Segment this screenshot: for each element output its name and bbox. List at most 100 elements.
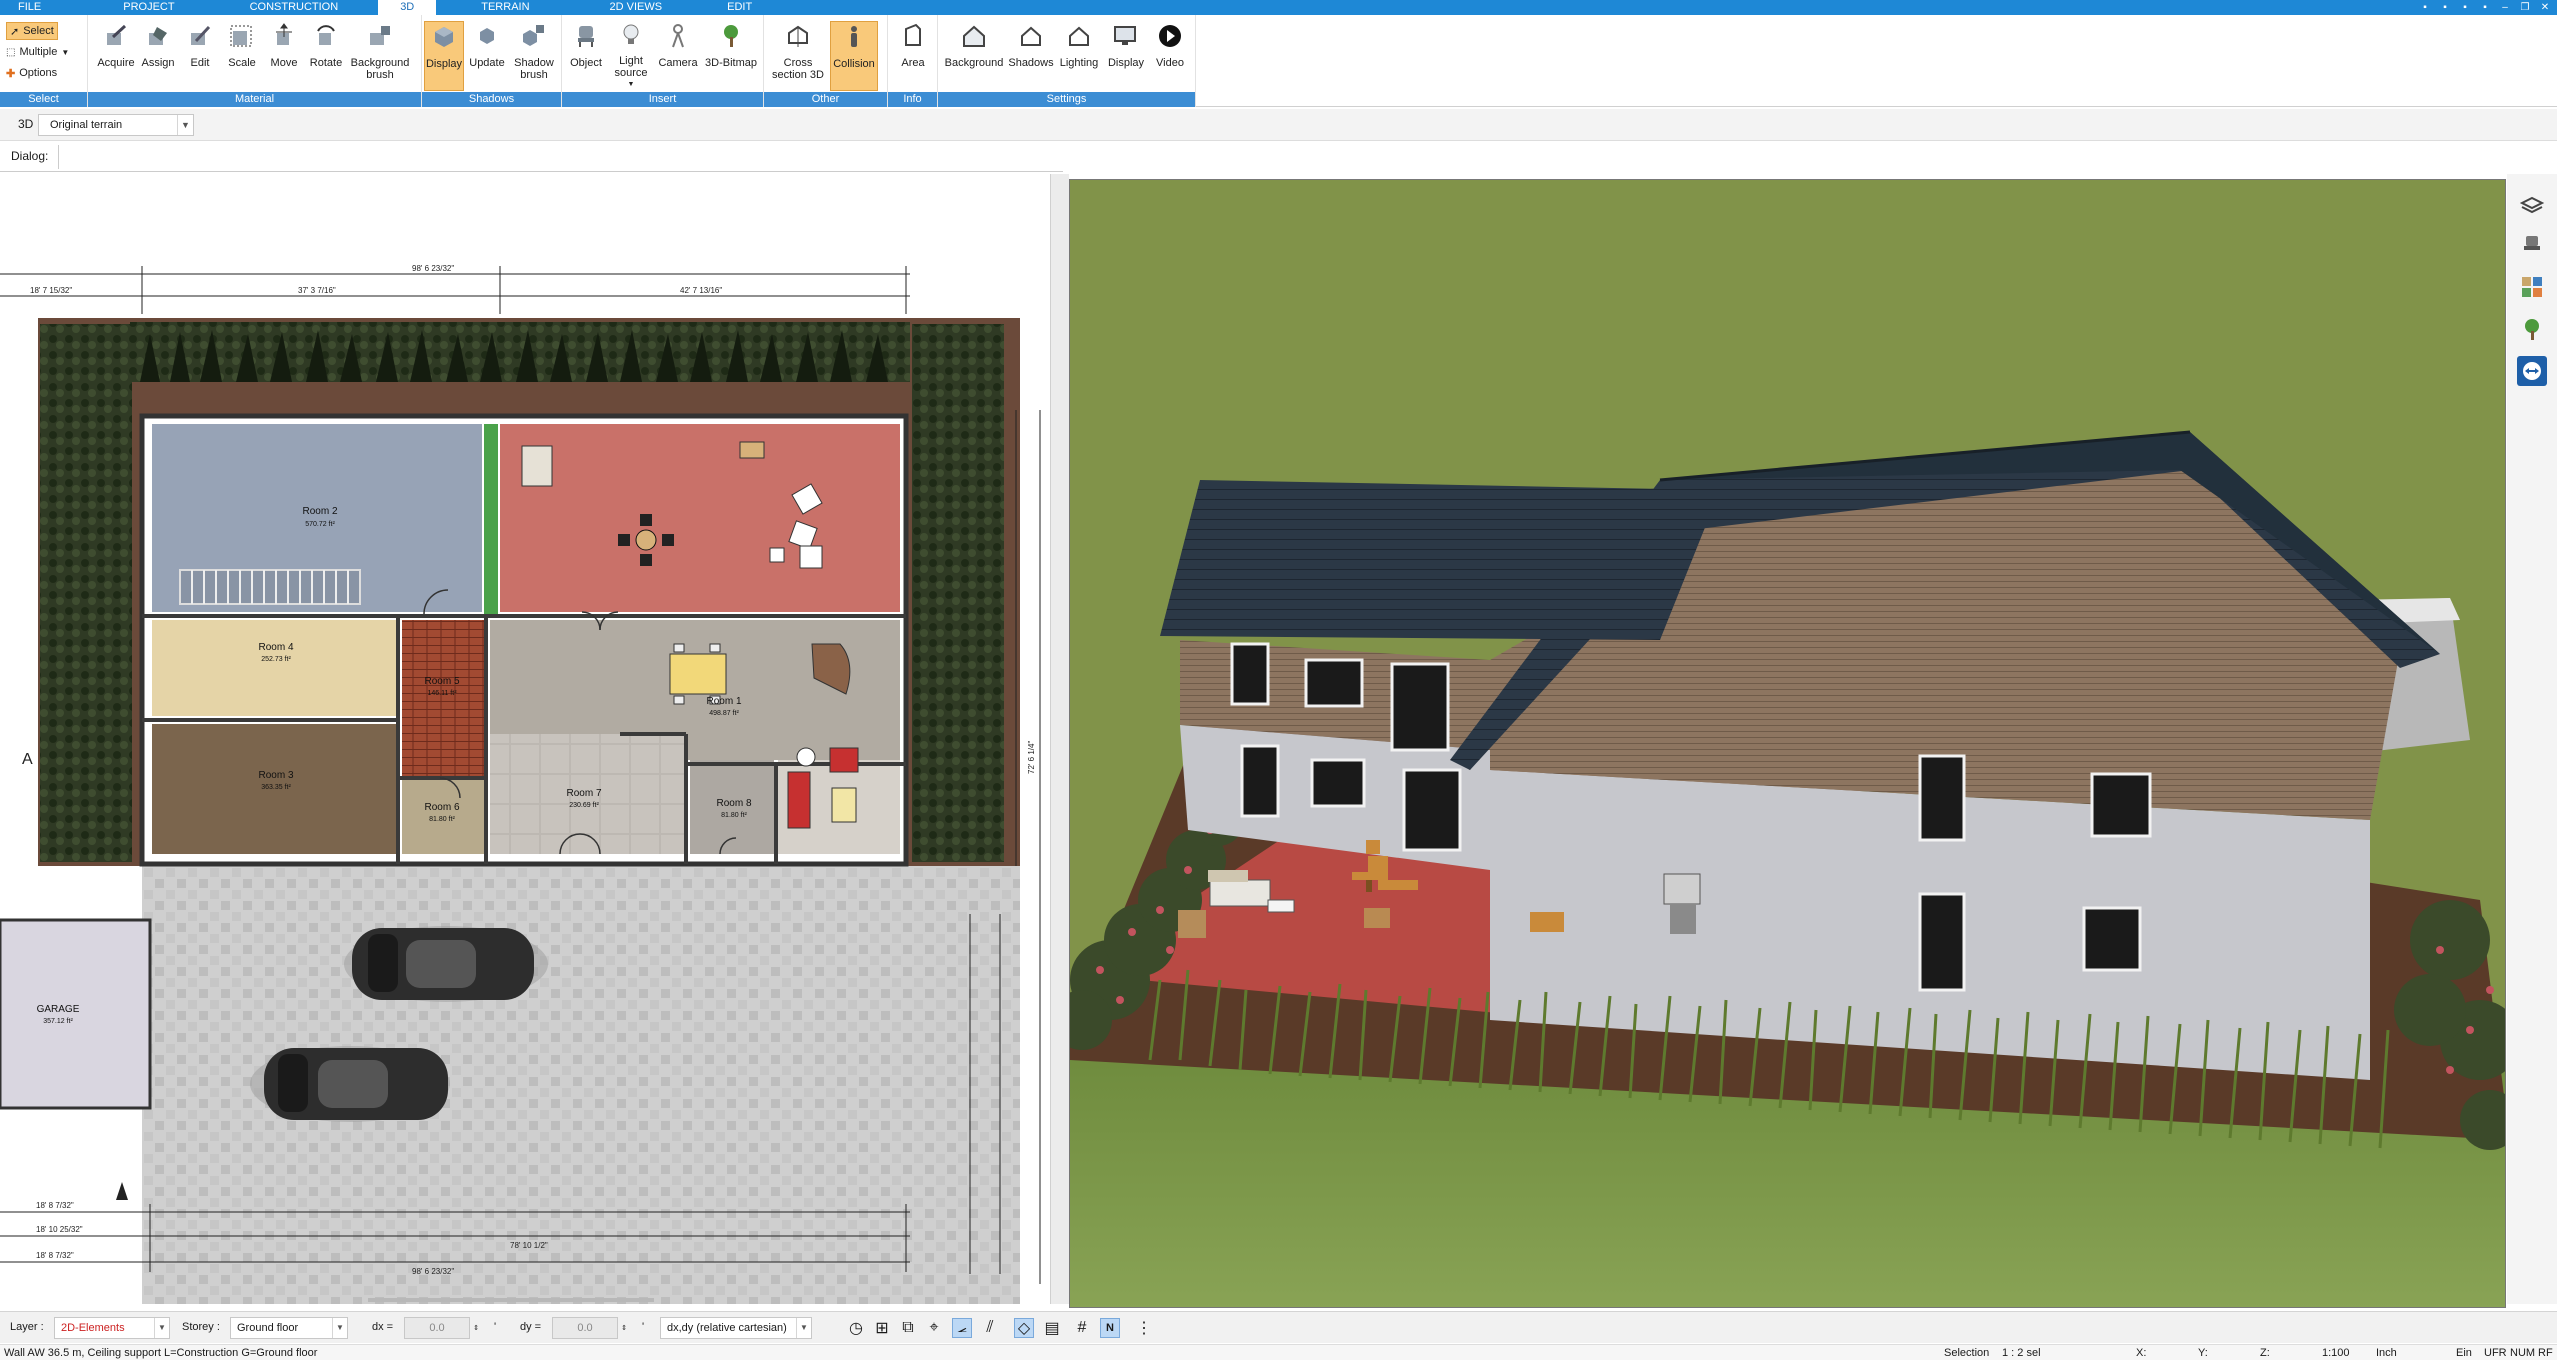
menu-tab-construction[interactable]: CONSTRUCTION	[215, 0, 379, 15]
display-shadows-button[interactable]: Display	[424, 21, 464, 91]
minimize-icon[interactable]: –	[2499, 2, 2511, 13]
menu-tab-file[interactable]: FILE	[0, 0, 63, 15]
background-brush-button[interactable]: Background brush	[348, 21, 412, 91]
room-5-name: Room 5	[424, 676, 459, 687]
chevron-down-icon: ▼	[332, 1318, 347, 1338]
edit-material-button[interactable]: Edit	[180, 21, 220, 91]
snap-edge-icon[interactable]: ◇	[1014, 1318, 1034, 1338]
multiple-button[interactable]: ⬚ Multiple ▼	[6, 43, 69, 61]
north-arrow-icon	[116, 1182, 128, 1200]
background-settings-button[interactable]: Background	[942, 21, 1006, 91]
area-button[interactable]: Area	[893, 21, 933, 91]
hatch-icon[interactable]: ▤	[1042, 1318, 1062, 1338]
chevron-down-icon: ▼	[154, 1318, 169, 1338]
video-button[interactable]: Video	[1150, 21, 1190, 91]
snap-line-icon[interactable]: ⫽	[980, 1318, 1000, 1338]
settings-group: Background Shadows Lighting Display Vide…	[938, 15, 1196, 107]
dy-input[interactable]: 0.0	[552, 1317, 618, 1339]
layer-select[interactable]: 2D-Elements ▼	[54, 1317, 170, 1339]
grid-icon[interactable]: #	[1072, 1318, 1092, 1338]
menu-tab-terrain[interactable]: TERRAIN	[436, 0, 589, 15]
view-splitter[interactable]	[1050, 174, 1069, 1304]
room-8-name: Room 8	[716, 798, 751, 809]
more-options-icon[interactable]: ⋮	[1134, 1318, 1154, 1338]
menu-tab-3d[interactable]: 3D	[378, 0, 437, 15]
options-button[interactable]: ✚ Options	[6, 64, 57, 82]
room-7-area: 230.69 ft²	[569, 802, 599, 809]
assign-button[interactable]: Assign	[138, 21, 178, 91]
move-button[interactable]: Move	[264, 21, 304, 91]
coordinate-mode-select[interactable]: dx,dy (relative cartesian) ▼	[660, 1317, 812, 1339]
shadow-brush-button[interactable]: Shadow brush	[510, 21, 558, 91]
materials-icon[interactable]	[2517, 272, 2547, 302]
menu-tab-edit[interactable]: EDIT	[707, 0, 772, 15]
snap-grid-icon[interactable]: ⊞	[872, 1318, 892, 1338]
update-shadows-button[interactable]: Update	[467, 21, 507, 91]
north-snap-icon[interactable]: N	[1100, 1318, 1120, 1338]
object-button[interactable]: Object	[566, 21, 606, 91]
layer-select-value: 2D-Elements	[61, 1322, 125, 1334]
mode-ein: Ein	[2456, 1347, 2472, 1359]
terrain-select-value: Original terrain	[50, 119, 123, 131]
select-button[interactable]: ➚ Select	[6, 22, 58, 40]
menu-bar: FILE PROJECT CONSTRUCTION 3D TERRAIN 2D …	[0, 0, 2557, 15]
room-8-area: 81.80 ft²	[721, 812, 747, 819]
room-2-name: Room 2	[302, 506, 337, 517]
furniture-icon[interactable]	[2517, 230, 2547, 260]
camera-button[interactable]: Camera	[656, 21, 700, 91]
property-bar: Layer : 2D-Elements ▼ Storey : Ground fl…	[0, 1311, 2557, 1343]
dx-stepper[interactable]: ⇕	[470, 1318, 482, 1338]
layers-icon[interactable]	[2517, 188, 2547, 218]
collision-button[interactable]: Collision	[830, 21, 878, 91]
mode-num: NUM	[2510, 1347, 2536, 1359]
menu-tab-project[interactable]: PROJECT	[63, 0, 214, 15]
snap-object-icon[interactable]: ⧉	[898, 1318, 918, 1338]
rotate-button[interactable]: Rotate	[306, 21, 346, 91]
light-source-button[interactable]: Light source ▼	[609, 21, 653, 91]
plan-scrollbar[interactable]	[368, 1298, 654, 1302]
insert-group-label: Insert	[562, 92, 763, 107]
info-icon[interactable]: ▪	[2479, 2, 2491, 13]
3d-bitmap-button[interactable]: 3D-Bitmap	[702, 21, 760, 91]
restore-icon[interactable]: ❐	[2519, 2, 2531, 13]
dim-top-right: 42' 7 13/16"	[680, 286, 722, 295]
options-icon[interactable]: ▪	[2439, 2, 2451, 13]
room-6-name: Room 6	[424, 802, 459, 813]
storey-select[interactable]: Ground floor ▼	[230, 1317, 348, 1339]
layout-icon[interactable]: ▪	[2459, 2, 2471, 13]
lighting-settings-button[interactable]: Lighting	[1056, 21, 1102, 91]
stairs	[179, 569, 361, 605]
scale-button[interactable]: Scale	[222, 21, 262, 91]
room-2-area: 570.72 ft²	[305, 521, 335, 528]
snap-point-icon[interactable]: ⌖	[924, 1318, 944, 1338]
acquire-button[interactable]: Acquire	[96, 21, 136, 91]
shadows-group-label: Shadows	[422, 92, 561, 107]
display-settings-button[interactable]: Display	[1104, 21, 1148, 91]
snap-angle-icon[interactable]: ⦟	[952, 1318, 972, 1338]
cursor-icon: ➚	[10, 25, 20, 38]
close-icon[interactable]: ✕	[2539, 2, 2551, 13]
3d-view[interactable]	[1069, 179, 2506, 1308]
floor-plan-view[interactable]: 98' 6 23/32" 18' 7 15/32" 37' 3 7/16" 42…	[0, 174, 1050, 1304]
dx-unit-tick: '	[494, 1321, 497, 1333]
dx-input[interactable]: 0.0	[404, 1317, 470, 1339]
glass-wall	[484, 424, 498, 614]
car-bottom	[250, 1046, 450, 1122]
cross-section-3d-button[interactable]: Cross section 3D	[770, 21, 826, 91]
dialog-label: Dialog:	[11, 149, 49, 163]
cube-shadow-icon	[429, 22, 459, 52]
shadows-settings-button[interactable]: Shadows	[1008, 21, 1054, 91]
section-marker[interactable]: A	[22, 751, 33, 768]
insert-group: Object Light source ▼ Camera 3D-Bitmap In…	[562, 15, 764, 107]
help-icon[interactable]: ▪	[2419, 2, 2431, 13]
info-group: Area Info	[888, 15, 938, 107]
info-group-label: Info	[888, 92, 937, 107]
clock-icon[interactable]: ◷	[846, 1318, 866, 1338]
room-5-area: 146.11 ft²	[427, 690, 457, 697]
menu-tab-2d-views[interactable]: 2D VIEWS	[590, 0, 708, 15]
dy-stepper[interactable]: ⇕	[618, 1318, 630, 1338]
terrain-select[interactable]: Original terrain ▼	[38, 114, 194, 136]
teamviewer-icon[interactable]	[2517, 356, 2547, 386]
shadow-brush-icon	[519, 21, 549, 51]
plants-icon[interactable]	[2517, 314, 2547, 344]
